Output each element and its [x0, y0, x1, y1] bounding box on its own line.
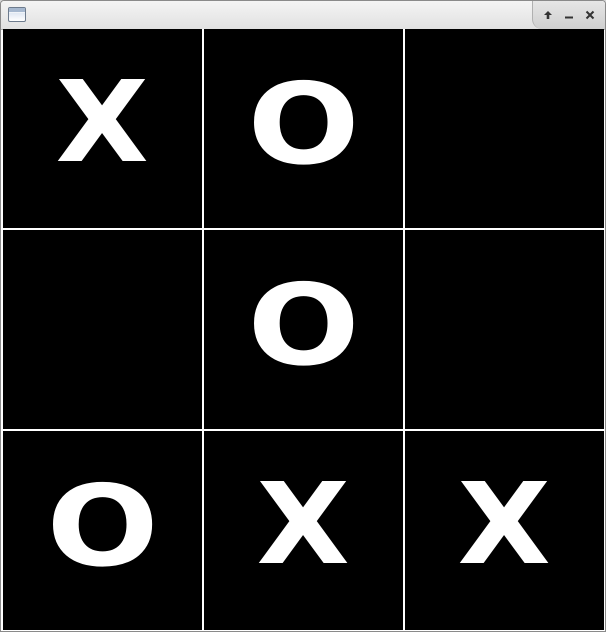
- title-bar[interactable]: [1, 1, 605, 30]
- board-cell-r3c3[interactable]: X: [405, 431, 604, 630]
- grid-line-vertical-2: [403, 29, 405, 630]
- minimize-icon: [564, 16, 573, 19]
- grid-line-horizontal-1: [3, 228, 604, 230]
- cell-mark: O: [247, 59, 360, 190]
- maximize-button[interactable]: [539, 6, 557, 24]
- grid-line-vertical-1: [202, 29, 204, 630]
- board-cell-r3c1[interactable]: O: [3, 431, 202, 630]
- game-window: X O O O X X: [0, 0, 606, 632]
- board-cell-r2c3[interactable]: [405, 230, 604, 429]
- window-app-icon[interactable]: [8, 7, 26, 22]
- cell-mark: O: [247, 260, 360, 391]
- close-icon: [586, 10, 595, 20]
- close-button[interactable]: [581, 6, 599, 24]
- board-cell-r2c2[interactable]: O: [204, 230, 403, 429]
- board-cell-r1c2[interactable]: O: [204, 29, 403, 228]
- cell-mark: X: [55, 57, 150, 188]
- tic-tac-toe-board: X O O O X X: [3, 29, 604, 630]
- board-cell-r1c1[interactable]: X: [3, 29, 202, 228]
- maximize-icon: [543, 11, 552, 19]
- board-cell-r1c3[interactable]: [405, 29, 604, 228]
- board-cell-r3c2[interactable]: X: [204, 431, 403, 630]
- cell-mark: X: [457, 459, 552, 590]
- cell-mark: X: [256, 459, 351, 590]
- board-cell-r2c1[interactable]: [3, 230, 202, 429]
- cell-mark: O: [46, 461, 159, 592]
- grid-line-horizontal-2: [3, 429, 604, 431]
- window-controls: [532, 1, 605, 29]
- minimize-button[interactable]: [560, 6, 578, 24]
